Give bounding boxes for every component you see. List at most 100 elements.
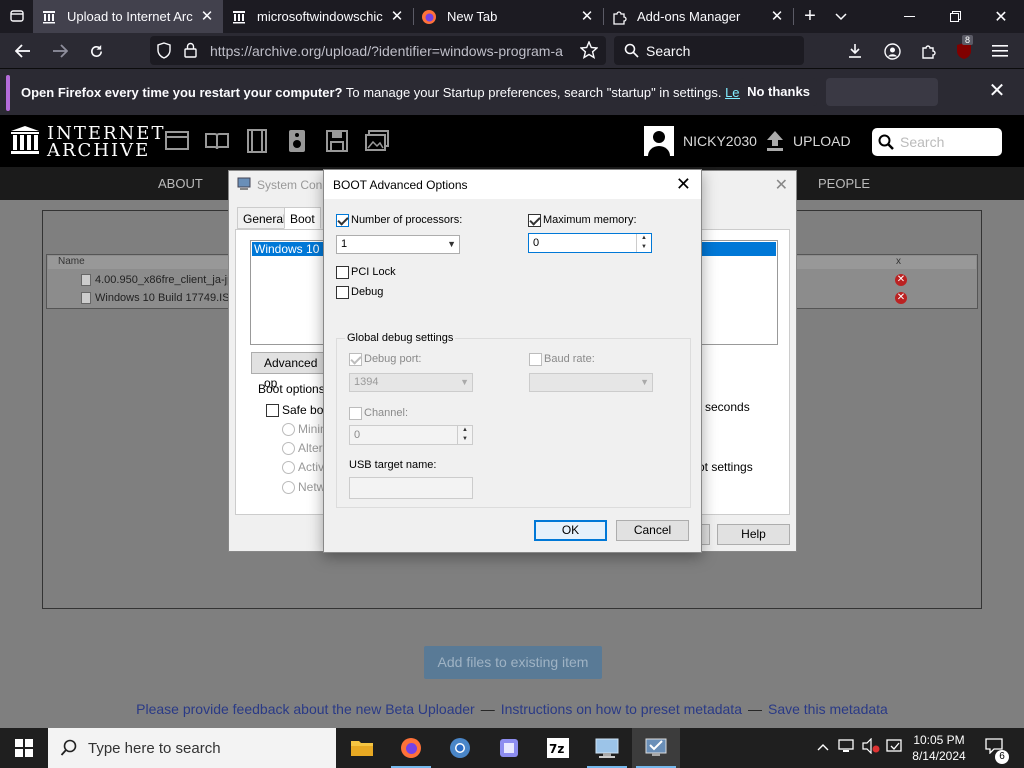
archive-logo-icon[interactable] (10, 125, 40, 155)
downloads-icon[interactable] (842, 38, 868, 64)
texts-book-icon[interactable] (204, 128, 230, 154)
safe-boot-checkbox[interactable] (266, 404, 279, 417)
channel-input[interactable]: 0 ▲ ▼ (349, 425, 473, 445)
remove-file-icon[interactable]: ✕ (895, 292, 907, 304)
no-thanks-button[interactable]: No thanks (740, 78, 817, 106)
cancel-button[interactable]: Cancel (616, 520, 689, 541)
bookmark-star-icon[interactable] (579, 40, 599, 62)
web-icon[interactable] (164, 128, 190, 154)
channel-checkbox[interactable] (349, 407, 362, 420)
minimize-icon[interactable] (886, 0, 932, 33)
usb-target-name-input[interactable] (349, 477, 473, 499)
ok-button[interactable]: OK (534, 520, 607, 541)
firefox-taskbar-icon[interactable] (387, 728, 435, 768)
account-icon[interactable] (879, 38, 905, 64)
spinner-buttons[interactable]: ▲ ▼ (457, 426, 472, 444)
windows-start-icon[interactable] (0, 728, 48, 768)
close-window-icon[interactable]: ✕ (978, 0, 1024, 33)
help-button[interactable]: Help (717, 524, 790, 545)
network-icon[interactable] (838, 738, 856, 758)
close-tab-icon[interactable]: ✕ (389, 8, 405, 25)
baud-rate-checkbox[interactable] (529, 353, 542, 366)
system-clock[interactable]: 10:05 PM 8/14/2024 (907, 732, 971, 764)
spin-down-icon[interactable]: ▼ (637, 243, 651, 252)
7zip-icon[interactable]: 7z (534, 728, 582, 768)
number-of-processors-select[interactable]: 1 ▼ (336, 235, 460, 254)
hamburger-menu-icon[interactable] (987, 38, 1013, 64)
advanced-options-button[interactable]: Advanced op (251, 352, 331, 390)
app-icon[interactable] (485, 728, 533, 768)
spinner-buttons[interactable]: ▲ ▼ (636, 234, 651, 252)
ublock-icon[interactable]: 8 (951, 35, 977, 64)
tab-upload[interactable]: Upload to Internet Archive ✕ (33, 0, 223, 33)
preset-metadata-link[interactable]: Instructions on how to preset metadata (501, 701, 742, 717)
list-all-tabs-icon[interactable] (4, 3, 30, 29)
tab-label: Add-ons Manager (637, 9, 741, 24)
chevron-down-icon[interactable] (826, 0, 856, 33)
archive-search-input[interactable]: Search (872, 128, 1002, 156)
tab-new-tab[interactable]: New Tab ✕ (413, 0, 603, 33)
blank-button[interactable] (826, 78, 938, 106)
remote-desktop-icon[interactable] (583, 728, 631, 768)
shield-icon[interactable] (156, 42, 172, 62)
quick-settings-icon[interactable] (886, 738, 904, 758)
close-tab-icon[interactable]: ✕ (769, 8, 785, 25)
reload-icon[interactable] (83, 38, 109, 64)
spin-up-icon[interactable]: ▲ (637, 234, 651, 243)
tab-addons-manager[interactable]: Add-ons Manager ✕ (603, 0, 793, 33)
file-explorer-icon[interactable] (338, 728, 386, 768)
maximum-memory-input[interactable]: 0 ▲ ▼ (528, 233, 652, 253)
minimal-radio[interactable] (282, 423, 295, 436)
new-tab-plus-icon[interactable]: + (795, 0, 825, 33)
active-directory-radio[interactable] (282, 461, 295, 474)
maximum-memory-checkbox[interactable] (528, 214, 541, 227)
debug-port-select[interactable]: 1394 ▼ (349, 373, 473, 392)
close-tab-icon[interactable]: ✕ (579, 8, 595, 25)
msconfig-taskbar-icon[interactable] (632, 728, 680, 768)
avatar[interactable] (644, 126, 674, 156)
url-bar[interactable]: https://archive.org/upload/?identifier=w… (150, 36, 606, 65)
close-icon[interactable]: ✕ (775, 175, 788, 195)
search-bar[interactable]: Search (614, 36, 804, 65)
tab-boot[interactable]: Boot (284, 207, 321, 229)
upload-link[interactable]: UPLOAD (793, 133, 851, 149)
spin-down-icon[interactable]: ▼ (458, 435, 472, 444)
volume-muted-icon[interactable] (862, 737, 880, 758)
audio-speaker-icon[interactable] (284, 128, 310, 154)
software-floppy-icon[interactable] (324, 128, 350, 154)
tab-microsoftwindowschicago[interactable]: microsoftwindowschicago ✕ (223, 0, 413, 33)
close-icon[interactable]: ✕ (676, 174, 691, 195)
feedback-link[interactable]: Please provide feedback about the new Be… (136, 701, 475, 717)
taskbar-search-input[interactable]: Type here to search (48, 728, 336, 768)
restore-icon[interactable] (932, 0, 978, 33)
spin-up-icon[interactable]: ▲ (458, 426, 472, 435)
close-icon[interactable]: ✕ (985, 79, 1009, 103)
images-icon[interactable] (364, 128, 390, 154)
extensions-puzzle-icon[interactable] (915, 38, 941, 64)
back-arrow-icon[interactable] (10, 38, 36, 64)
baud-rate-select[interactable]: ▼ (529, 373, 653, 392)
chevron-up-icon[interactable] (817, 740, 829, 754)
upload-arrow-icon[interactable] (765, 130, 785, 152)
file-icon (81, 292, 91, 304)
nav-people[interactable]: PEOPLE (818, 176, 870, 191)
close-tab-icon[interactable]: ✕ (199, 8, 215, 25)
lock-icon[interactable] (184, 42, 197, 61)
list-item: Windows 10 Build 17749.ISO (95, 292, 239, 304)
chrome-icon[interactable] (436, 728, 484, 768)
video-film-icon[interactable] (244, 128, 270, 154)
notification-text: To manage your Startup preferences, sear… (342, 85, 726, 100)
debug-checkbox[interactable] (336, 286, 349, 299)
network-radio[interactable] (282, 481, 295, 494)
alternate-shell-radio[interactable] (282, 442, 295, 455)
remove-file-icon[interactable]: ✕ (895, 274, 907, 286)
tab-separator (793, 8, 794, 25)
pci-lock-checkbox[interactable] (336, 266, 349, 279)
forward-arrow-icon[interactable] (47, 38, 73, 64)
save-metadata-link[interactable]: Save this metadata (768, 701, 888, 717)
add-files-button[interactable]: Add files to existing item (424, 646, 602, 679)
debug-port-checkbox[interactable] (349, 353, 362, 366)
username[interactable]: NICKY2030 (683, 133, 757, 149)
number-of-processors-checkbox[interactable] (336, 214, 349, 227)
nav-about[interactable]: ABOUT (158, 176, 203, 191)
